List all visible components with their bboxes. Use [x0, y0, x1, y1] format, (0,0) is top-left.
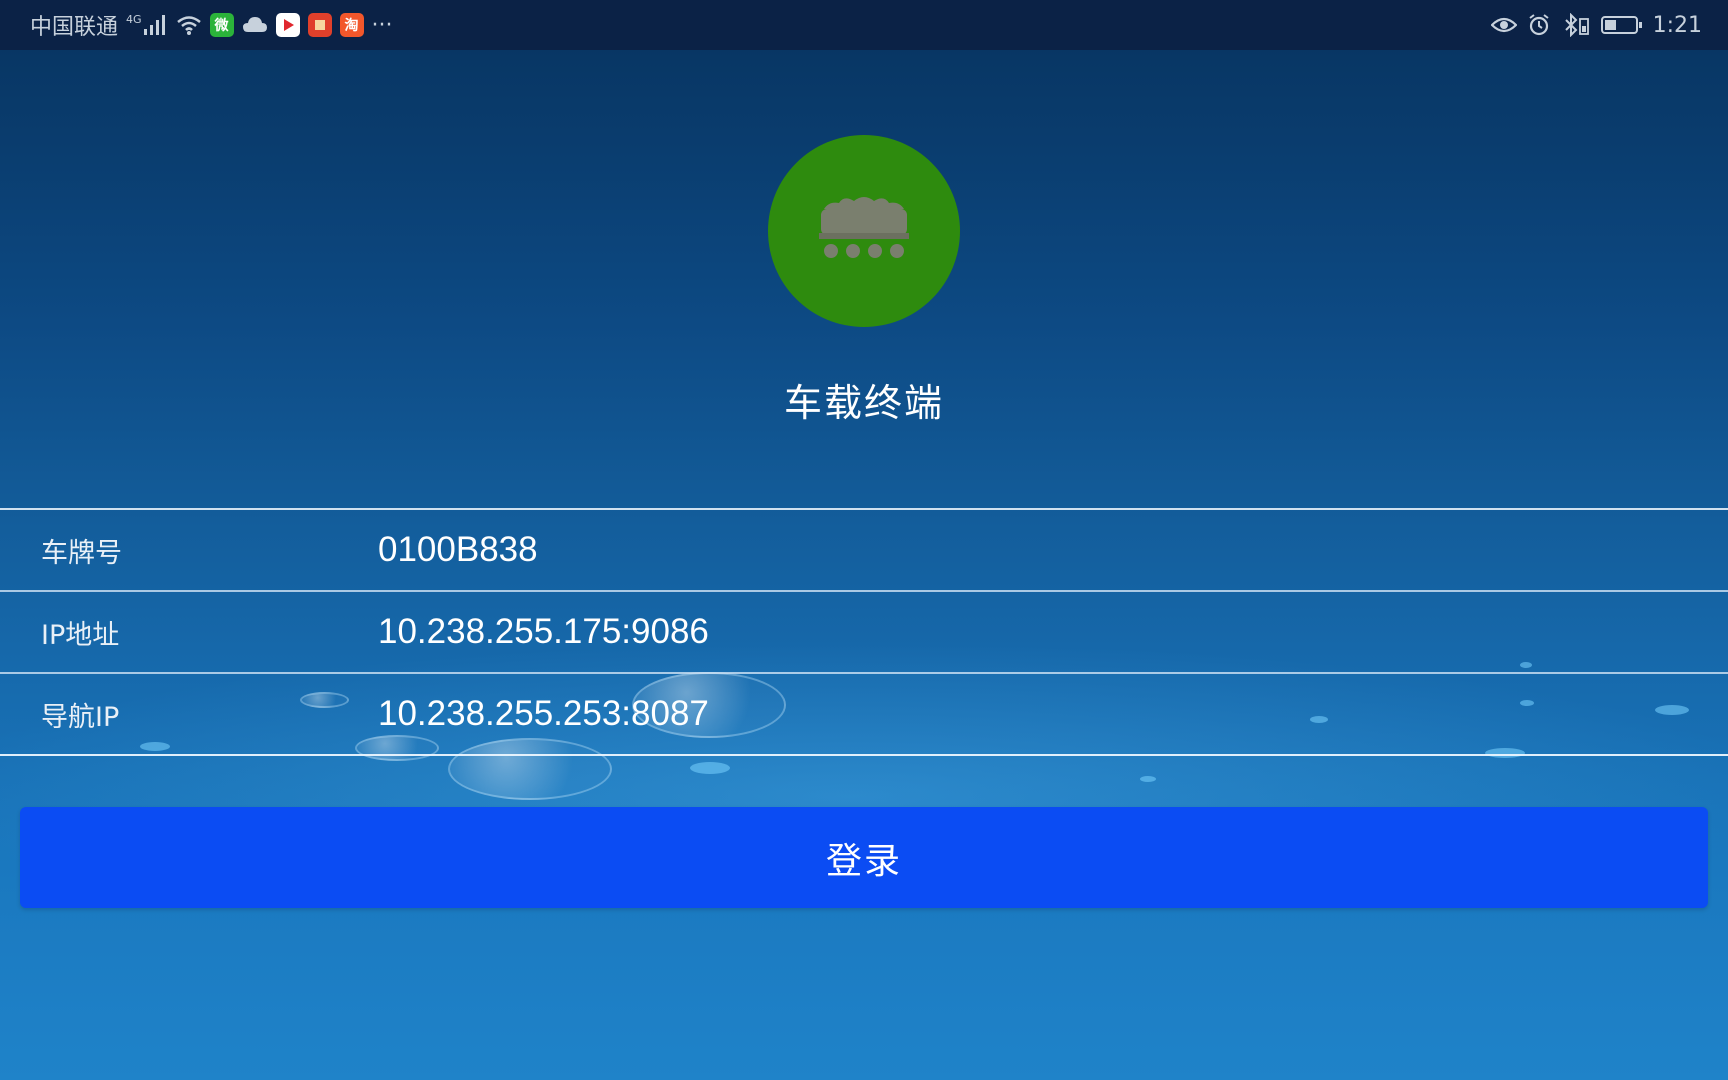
- bluetooth-icon: [1561, 13, 1591, 37]
- news-app-icon: [307, 13, 332, 37]
- navigation-ip-label: 导航IP: [41, 701, 120, 733]
- battery-icon: [1600, 14, 1643, 36]
- wechat-app-icon: 微: [209, 13, 234, 37]
- plate-number-field[interactable]: 0100B838: [378, 530, 538, 570]
- ip-address-row: IP地址 10.238.255.175:9086: [0, 592, 1728, 674]
- ip-address-field[interactable]: 10.238.255.175:9086: [378, 612, 709, 652]
- status-bar: 中国联通 4G 微 淘 ··· 1:21: [0, 0, 1728, 50]
- vehicle-terminal-icon: [809, 189, 919, 273]
- navigation-ip-row: 导航IP 10.238.255.253:8087: [0, 674, 1728, 756]
- bubble-dot: [690, 762, 730, 774]
- more-notifications: ···: [371, 12, 393, 38]
- carrier-name: 中国联通: [30, 15, 119, 40]
- clock: 1:21: [1652, 12, 1702, 38]
- network-type: 4G: [126, 12, 142, 26]
- status-bar-left: 中国联通 4G 微 淘 ···: [30, 0, 393, 50]
- taobao-app-icon: 淘: [339, 13, 364, 37]
- login-form: 车牌号 0100B838 IP地址 10.238.255.175:9086 导航…: [0, 508, 1728, 756]
- status-bar-right: 1:21: [1490, 0, 1702, 50]
- eye-icon: [1490, 15, 1517, 35]
- app-title: 车载终端: [783, 381, 944, 425]
- wifi-icon: [176, 14, 202, 36]
- plate-number-label: 车牌号: [41, 537, 122, 569]
- cloud-icon: [242, 15, 268, 35]
- bubble-dot: [1140, 776, 1156, 782]
- app-logo: [768, 135, 960, 327]
- login-button[interactable]: 登录: [20, 807, 1708, 908]
- alarm-icon: [1527, 13, 1551, 37]
- video-app-icon: [275, 13, 300, 37]
- login-screen: 中国联通 4G 微 淘 ··· 1:21 车载终端 车牌号 0100B838 I…: [0, 0, 1728, 1080]
- ip-address-label: IP地址: [41, 619, 120, 651]
- navigation-ip-field[interactable]: 10.238.255.253:8087: [378, 694, 709, 734]
- signal-icon: 4G: [126, 12, 168, 36]
- plate-number-row: 车牌号 0100B838: [0, 510, 1728, 592]
